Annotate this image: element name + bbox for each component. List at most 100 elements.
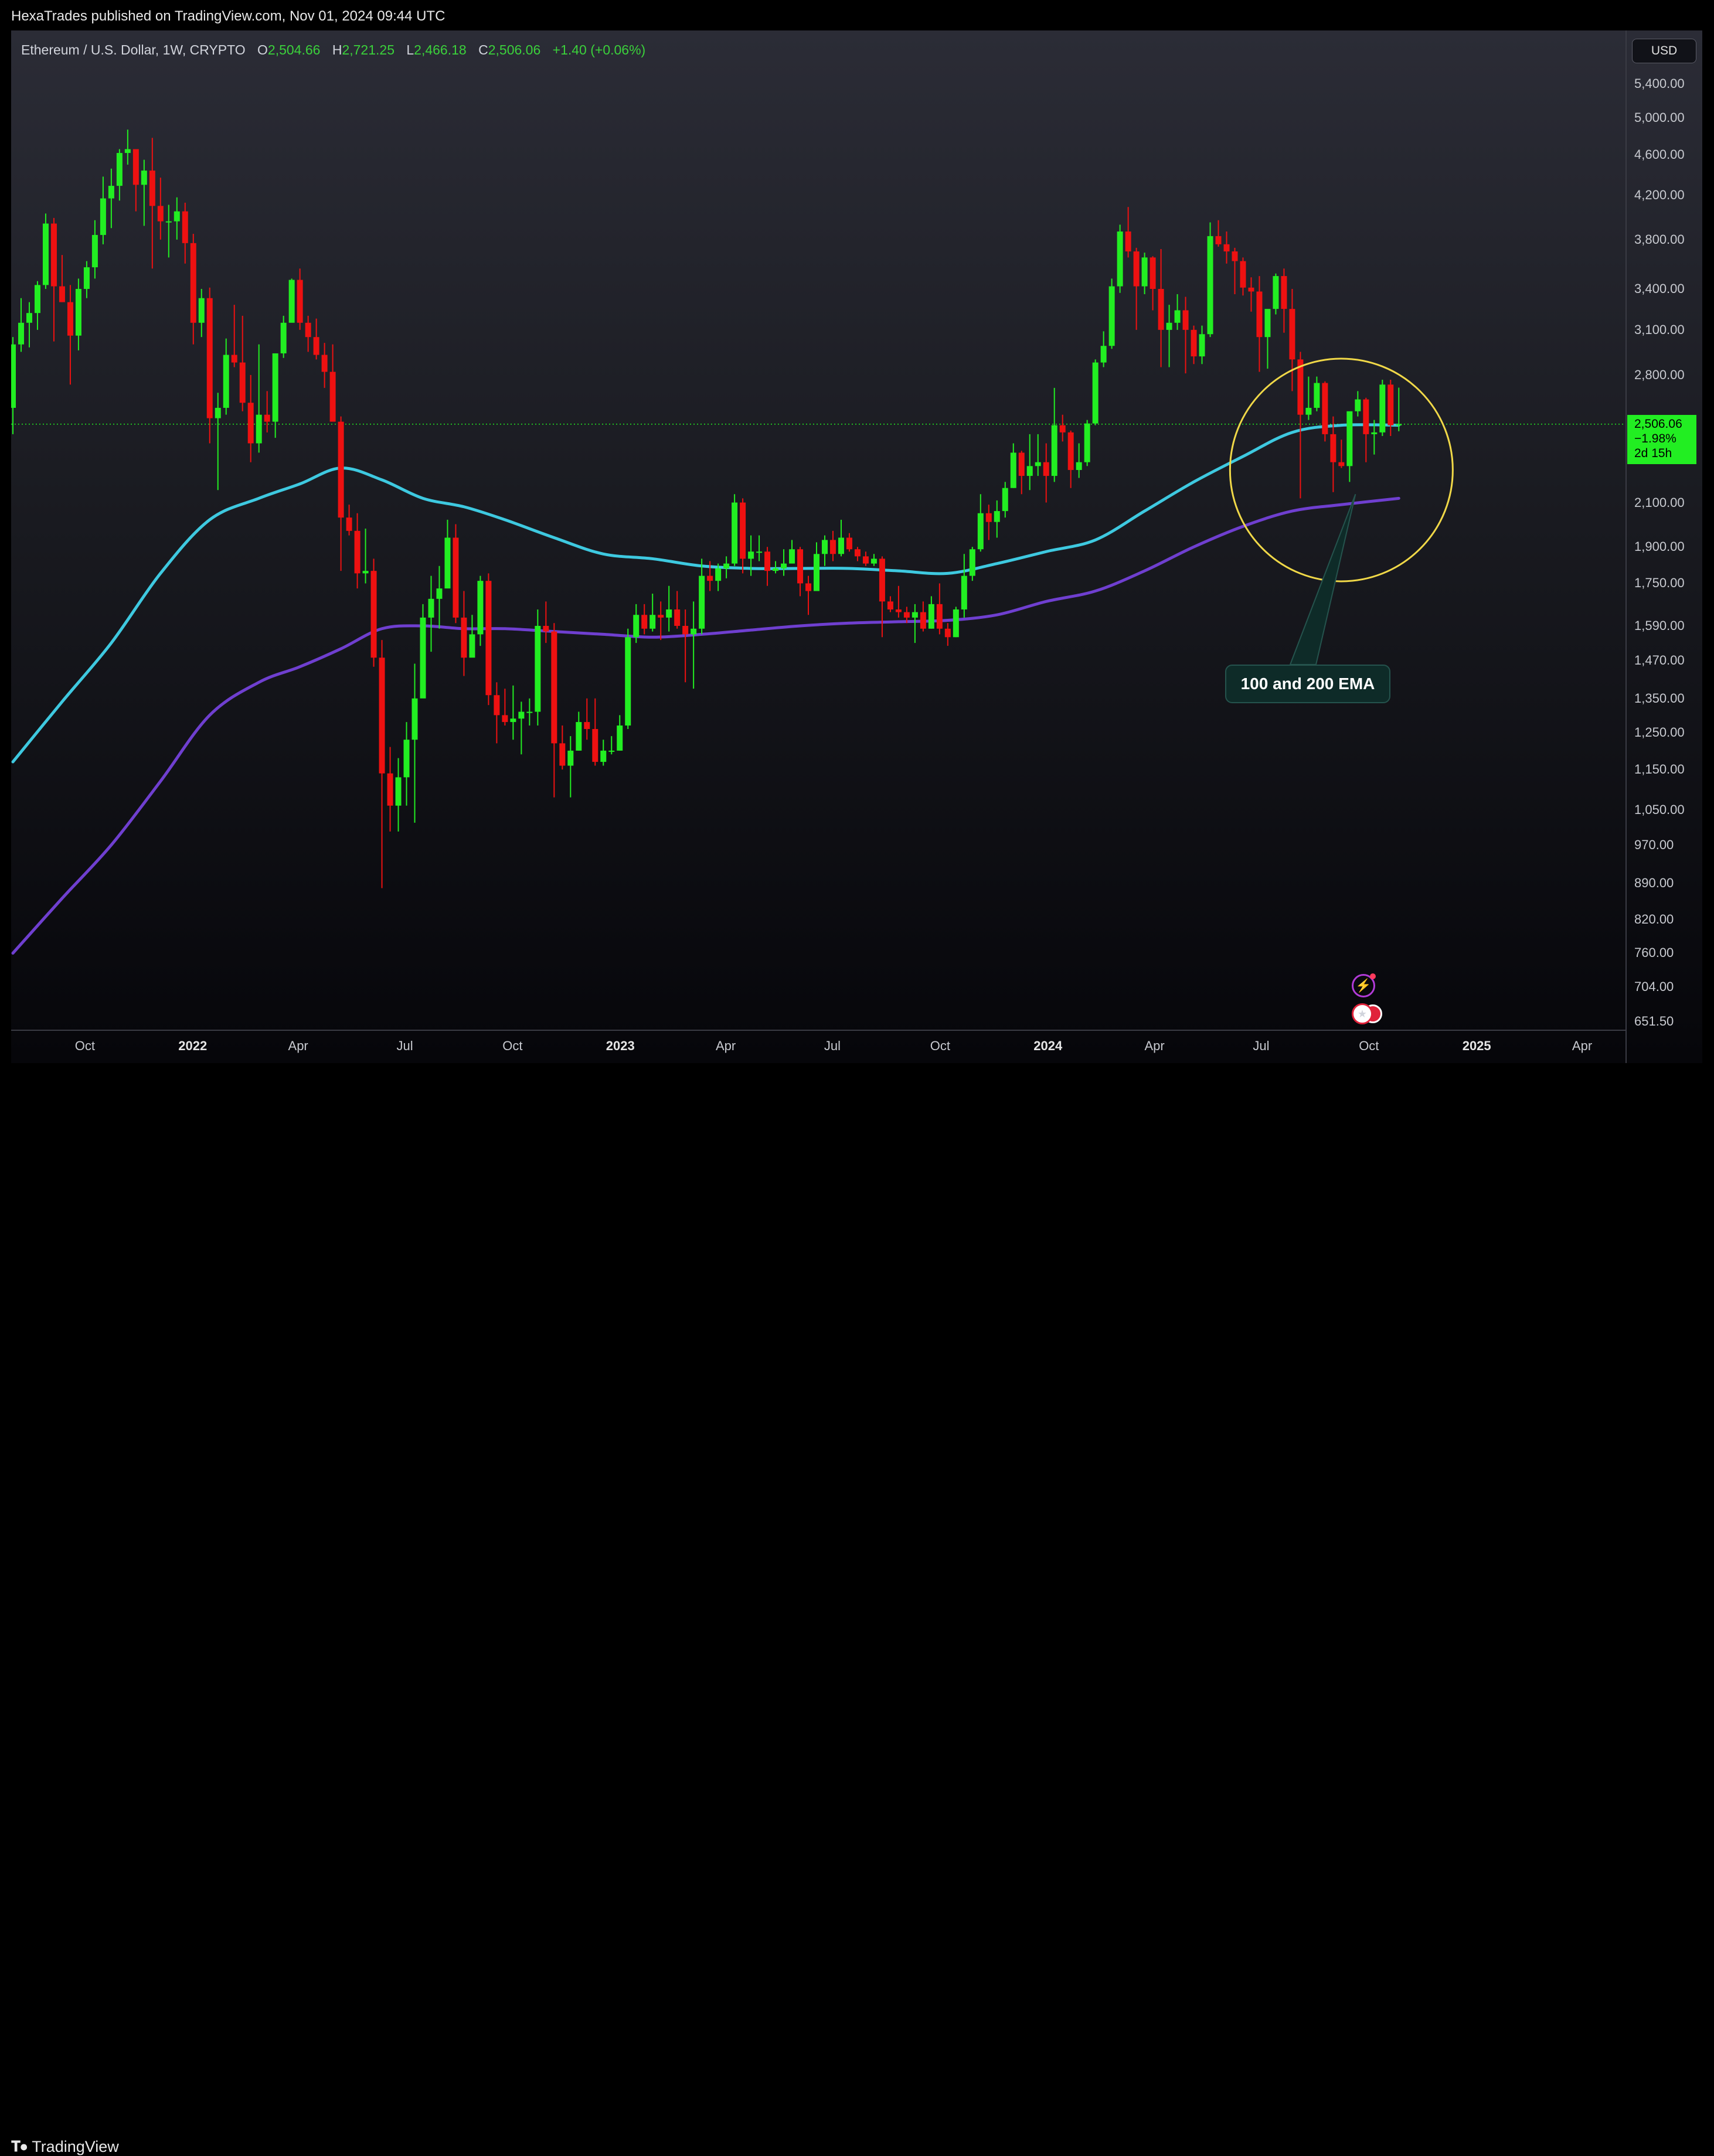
candle-body [1273,276,1279,309]
candle-body [83,267,90,289]
candle-body [707,575,713,581]
candle [1166,305,1172,367]
candle [141,159,147,226]
candle-body [412,698,418,740]
candle [1273,273,1279,315]
candle [510,685,516,740]
price-tick-label: 1,250.00 [1634,725,1685,740]
candle [1305,376,1312,420]
candle [206,287,213,444]
time-tick-label: Apr [288,1038,308,1053]
candle-body [1322,383,1328,434]
candle [846,533,852,552]
candle-body [953,609,959,638]
candle-body [1355,399,1361,411]
candle [1174,294,1181,330]
price-tick-label: 4,200.00 [1634,188,1685,203]
candle-body [165,221,172,223]
candle [1248,277,1254,312]
candle [59,255,65,302]
candle [1002,482,1008,518]
candle [354,513,361,589]
candle-body [1100,346,1107,363]
candle [223,338,229,415]
candle-body [157,206,164,222]
candle [264,391,270,432]
ema-line-100 [11,423,1400,764]
candle-body [420,617,426,699]
candle-body [370,571,377,658]
candle-body [91,234,98,268]
candle [535,609,541,726]
candle-body [944,628,951,638]
candle [732,494,738,566]
ema-callout[interactable]: 100 and 200 EMA [1225,665,1390,703]
candle [1355,391,1361,417]
candle [305,315,311,352]
candle-body [247,403,254,444]
candle [649,593,656,632]
candle-body [912,612,918,618]
candle [1076,443,1082,478]
candle-body [748,551,754,559]
bar-countdown: 2d 15h [1634,447,1672,460]
candle-body [1314,383,1320,408]
candle [1141,253,1148,294]
candle [42,213,49,289]
price-tick-label: 3,800.00 [1634,231,1685,247]
candle-body [1125,231,1131,252]
candle [1379,380,1386,437]
candle-body [1043,462,1049,476]
candle-body [42,223,49,285]
candle [1191,325,1197,365]
candle-body [608,750,615,752]
us-flag-icon[interactable]: ★ [1352,1003,1373,1024]
candle [625,628,631,729]
high-label: H [332,42,342,57]
candles-layer [11,130,1402,888]
candle [600,740,607,766]
candle [370,558,377,667]
candle-body [1026,466,1033,476]
candle [699,558,705,635]
candle [944,623,951,646]
candle [1150,256,1156,311]
candle [1182,297,1189,374]
candle-body [994,511,1000,522]
candle [879,556,885,638]
candle-body [305,322,311,338]
candle-body [1232,251,1238,261]
candle-body [1059,425,1066,432]
tradingview-brand[interactable]: 𝐓● TradingView [11,2138,119,2156]
low-label: L [406,42,414,57]
candle-body [592,728,598,762]
price-tick-label: 651.50 [1634,1014,1674,1028]
candle-body [691,628,697,635]
candle [1018,451,1025,495]
candle [920,601,926,632]
candle [174,197,180,240]
candle [124,130,131,165]
candle-body [1256,291,1263,338]
candle-body [510,718,516,723]
candle-body [387,773,393,806]
candle-body [1207,236,1213,335]
candle-body [1215,236,1222,244]
candle-body [223,355,229,408]
candle-body [862,556,869,564]
candle-body [149,171,155,206]
candle-body [469,634,475,658]
candle [297,268,303,330]
currency-button[interactable]: USD [1632,39,1696,63]
candle-body [132,149,139,185]
candle [387,747,393,832]
candle [789,540,795,564]
lightning-icon[interactable]: ⚡ [1352,973,1376,997]
time-tick-label: Oct [502,1038,523,1053]
candle [412,663,418,823]
price-chart[interactable] [11,30,1625,1030]
candle [1207,222,1213,338]
symbol-legend[interactable]: Ethereum / U.S. Dollar, 1W, CRYPTO O2,50… [21,42,645,58]
candle [518,701,525,755]
candle [895,585,902,618]
